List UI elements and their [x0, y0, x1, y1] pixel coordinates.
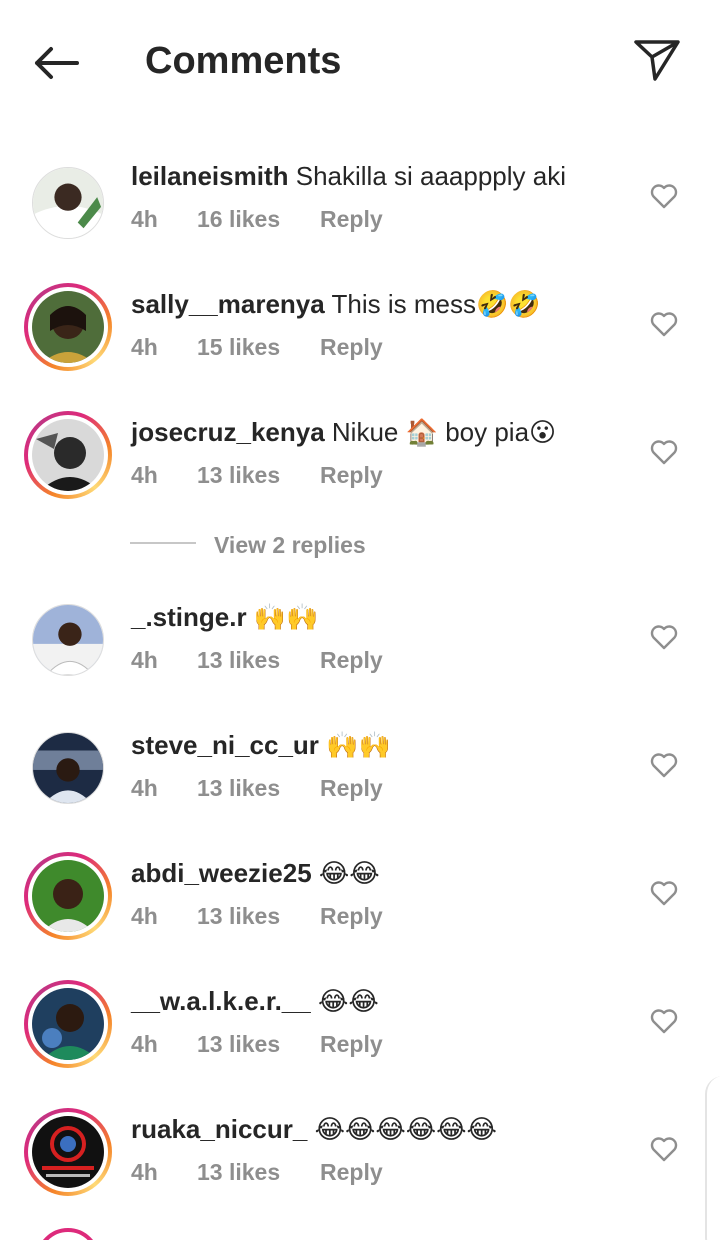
comment-text-line: sally__marenya This is mess🤣🤣 — [131, 287, 541, 322]
heart-icon[interactable] — [650, 752, 678, 778]
avatar[interactable] — [24, 283, 112, 371]
comment-item: sally__marenya This is mess🤣🤣 4h 15 like… — [0, 283, 720, 393]
comment-emoji: 🙌🙌 — [253, 603, 319, 633]
page-title: Comments — [145, 40, 342, 82]
comment-text: This is mess — [331, 289, 476, 319]
comment-text-line: _.stinge.r 🙌🙌 — [131, 600, 319, 635]
avatar[interactable] — [24, 980, 112, 1068]
reply-button[interactable]: Reply — [320, 1157, 383, 1187]
comment-text-line: josecruz_kenya Nikue 🏠 boy pia😮 — [131, 415, 556, 450]
comment-text: Shakilla si aaappply aki — [295, 161, 567, 191]
reply-button[interactable]: Reply — [320, 901, 383, 931]
avatar-image — [32, 1116, 104, 1188]
comment-time: 4h — [131, 334, 158, 360]
avatar-image — [32, 167, 104, 239]
heart-icon[interactable] — [650, 439, 678, 465]
comment-likes[interactable]: 13 likes — [197, 1157, 280, 1187]
heart-icon[interactable] — [650, 1008, 678, 1034]
avatar[interactable] — [24, 159, 112, 247]
heart-icon[interactable] — [650, 1136, 678, 1162]
comment-username[interactable]: sally__marenya — [131, 289, 325, 319]
comment-item: ruaka_niccur_ 😂😂😂😂😂😂 4h 13 likes Reply — [0, 1108, 720, 1218]
avatar-image — [32, 604, 104, 676]
view-replies-label: View 2 replies — [214, 532, 366, 558]
comment-likes[interactable]: 13 likes — [197, 645, 280, 675]
comment-time: 4h — [131, 206, 158, 232]
comment-item: _.stinge.r 🙌🙌 4h 13 likes Reply — [0, 596, 720, 706]
comment-likes[interactable]: 13 likes — [197, 773, 280, 803]
comment-time: 4h — [131, 462, 158, 488]
heart-icon[interactable] — [650, 880, 678, 906]
comment-time: 4h — [131, 903, 158, 929]
comment-text-line: abdi_weezie25 😂😂 — [131, 856, 380, 891]
avatar-image — [32, 291, 104, 363]
replies-divider — [130, 542, 196, 544]
comment-username[interactable]: ruaka_niccur_ — [131, 1114, 307, 1144]
comment-likes[interactable]: 16 likes — [197, 204, 280, 234]
comment-likes[interactable]: 15 likes — [197, 332, 280, 362]
back-button[interactable] — [28, 38, 84, 88]
comment-text: Nikue 🏠 boy pia — [331, 417, 530, 447]
comment-username[interactable]: _.stinge.r — [131, 602, 247, 632]
comment-emoji: 🤣🤣 — [475, 290, 541, 320]
share-button[interactable] — [628, 34, 686, 86]
comment-emoji: 😮 — [529, 418, 557, 448]
heart-icon[interactable] — [650, 311, 678, 337]
comment-time: 4h — [131, 1031, 158, 1057]
comment-item: josecruz_kenya Nikue 🏠 boy pia😮 4h 13 li… — [0, 411, 720, 521]
comment-text-line: ruaka_niccur_ 😂😂😂😂😂😂 — [131, 1112, 497, 1147]
comment-emoji: 🙌🙌 — [326, 731, 391, 761]
next-comment-avatar[interactable] — [36, 1228, 100, 1240]
heart-icon[interactable] — [650, 624, 678, 650]
edge-overlay — [705, 1076, 720, 1240]
comment-username[interactable]: steve_ni_cc_ur — [131, 730, 319, 760]
comment-time: 4h — [131, 775, 158, 801]
avatar-image — [32, 419, 104, 491]
comment-text-line: __w.a.l.k.e.r.__ 😂😂 — [131, 984, 379, 1019]
comment-emoji: 😂😂😂😂😂😂 — [314, 1115, 497, 1145]
view-replies-button[interactable]: View 2 replies — [130, 528, 450, 562]
paper-plane-icon — [634, 40, 680, 81]
avatar-image — [32, 988, 104, 1060]
reply-button[interactable]: Reply — [320, 460, 383, 490]
avatar[interactable] — [24, 596, 112, 684]
comment-username[interactable]: leilaneismith — [131, 161, 289, 191]
reply-button[interactable]: Reply — [320, 204, 383, 234]
avatar[interactable] — [24, 852, 112, 940]
comment-time: 4h — [131, 647, 158, 673]
avatar-image — [32, 732, 104, 804]
header: Comments — [0, 0, 720, 120]
avatar[interactable] — [24, 724, 112, 812]
comment-text-line: steve_ni_cc_ur 🙌🙌 — [131, 728, 391, 763]
heart-icon[interactable] — [650, 183, 678, 209]
comment-item: leilaneismith Shakilla si aaappply aki 4… — [0, 155, 720, 265]
comment-username[interactable]: __w.a.l.k.e.r.__ — [131, 986, 311, 1016]
comment-time: 4h — [131, 1159, 158, 1185]
comment-emoji: 😂😂 — [318, 859, 380, 889]
avatar[interactable] — [24, 411, 112, 499]
comment-likes[interactable]: 13 likes — [197, 1029, 280, 1059]
comment-item: abdi_weezie25 😂😂 4h 13 likes Reply — [0, 852, 720, 962]
avatar-image — [32, 860, 104, 932]
comment-likes[interactable]: 13 likes — [197, 460, 280, 490]
comment-username[interactable]: abdi_weezie25 — [131, 858, 312, 888]
reply-button[interactable]: Reply — [320, 332, 383, 362]
comment-text-line: leilaneismith Shakilla si aaappply aki — [131, 159, 566, 193]
comment-likes[interactable]: 13 likes — [197, 901, 280, 931]
arrow-left-icon — [35, 47, 79, 79]
avatar[interactable] — [24, 1108, 112, 1196]
reply-button[interactable]: Reply — [320, 645, 383, 675]
reply-button[interactable]: Reply — [320, 1029, 383, 1059]
comment-emoji: 😂😂 — [317, 987, 379, 1017]
comment-username[interactable]: josecruz_kenya — [131, 417, 325, 447]
reply-button[interactable]: Reply — [320, 773, 383, 803]
comment-item: steve_ni_cc_ur 🙌🙌 4h 13 likes Reply — [0, 724, 720, 834]
comment-item: __w.a.l.k.e.r.__ 😂😂 4h 13 likes Reply — [0, 980, 720, 1090]
